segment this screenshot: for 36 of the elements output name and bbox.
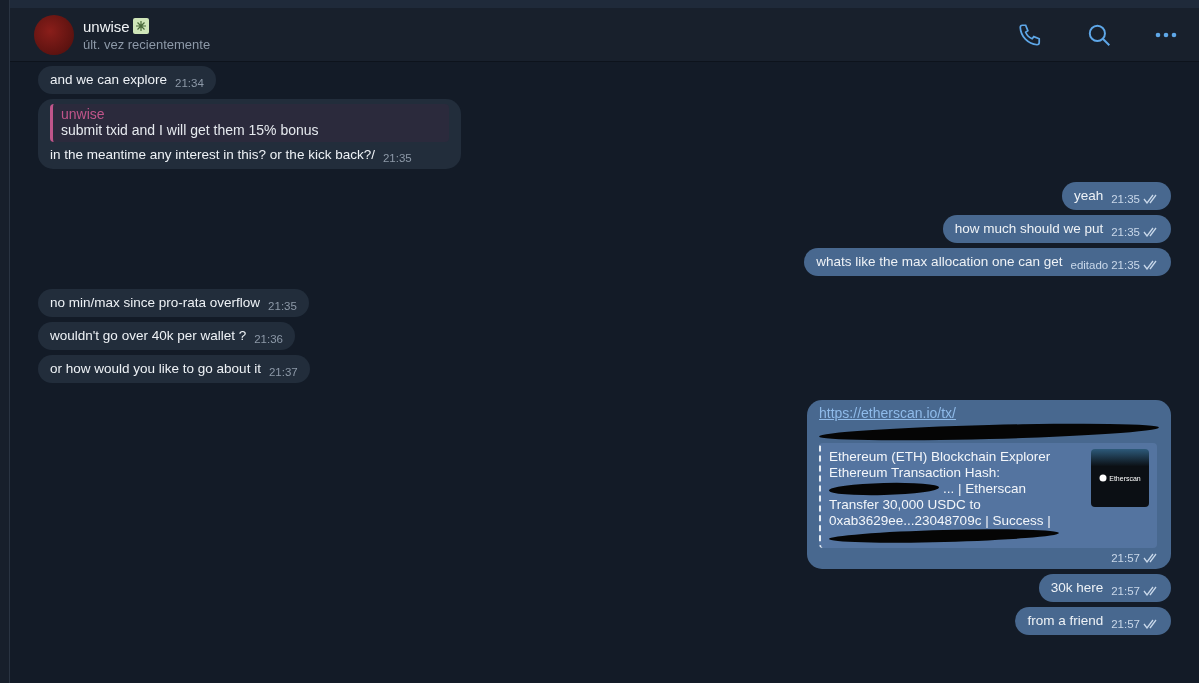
message-time: 21:57 [1111, 618, 1140, 630]
message-text: in the meantime any interest in this? or the kick back?/ [50, 146, 375, 164]
message-time: 21:34 [175, 77, 204, 89]
phone-icon[interactable] [1017, 21, 1043, 48]
message-time: 21:57 [1111, 552, 1140, 564]
reply-author: unwise [61, 106, 106, 122]
message-time: 21:35 [1111, 226, 1140, 238]
edited-label: editado [1070, 259, 1109, 271]
message-time: 21:35 [268, 300, 297, 312]
message-text: wouldn't go over 40k per wallet ? [50, 327, 247, 345]
logo-icon [1099, 474, 1108, 482]
reply-text: submit txid and I will get them 15% bonus [61, 122, 320, 138]
preview-text: Ethereum (ETH) Blockchain Explorer [829, 449, 1051, 465]
emoji-icon [132, 18, 149, 34]
message-text: and we can explore [50, 71, 168, 89]
preview-text: Ethereum Transaction Hash: [829, 465, 1001, 481]
preview-text: ... | Etherscan [943, 481, 1027, 497]
message-text: 30k here [1050, 579, 1104, 597]
message-text: how much should we put [954, 220, 1104, 238]
message-time: 21:57 [1111, 585, 1140, 597]
message-text: from a friend [1027, 612, 1104, 630]
preview-text: Transfer 30,000 USDC to [829, 497, 981, 513]
message-time: 21:35 [382, 152, 412, 164]
reply-quote[interactable]: unwise submit txid and I will get them 15% bonus [50, 104, 449, 142]
message-time: 21:36 [254, 333, 283, 345]
message-text: whats like the max allocation one can get [816, 253, 1063, 271]
message-text: yeah [1073, 187, 1104, 205]
message-time: 21:37 [268, 366, 298, 378]
chat-name: unwise [83, 17, 130, 35]
preview-text: 0xab3629ee...23048709c | Success | [829, 513, 1051, 529]
message-time: 21:35 [1111, 259, 1140, 271]
message-text: or how would you like to go about it [50, 360, 261, 378]
last-seen-status: últ. vez recientemente [83, 36, 212, 52]
message-text: no min/max since pro-rata overflow [50, 294, 261, 312]
more-icon[interactable] [1155, 31, 1177, 38]
message-time: 21:35 [1111, 193, 1140, 205]
